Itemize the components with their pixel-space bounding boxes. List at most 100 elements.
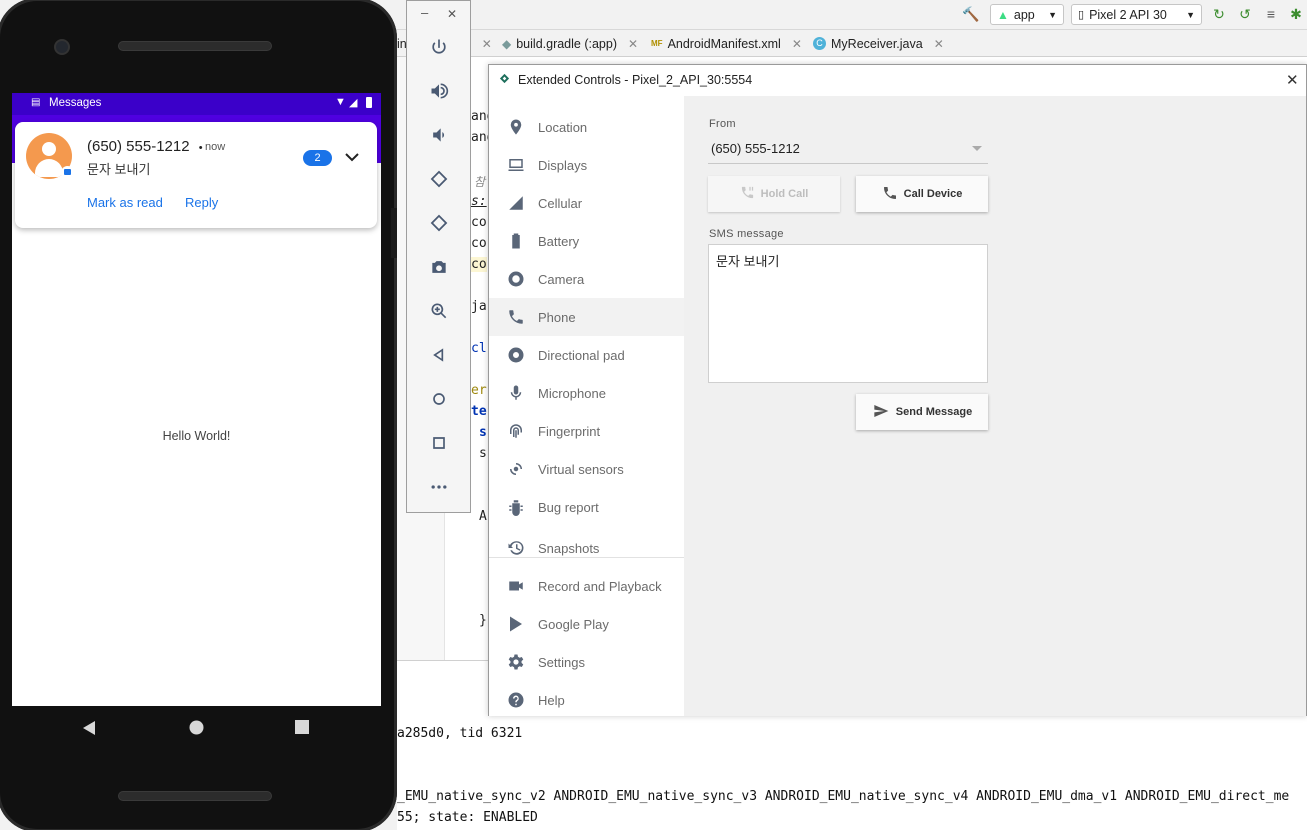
run-config-selector[interactable]: ▲ app ▼	[990, 4, 1064, 25]
zoom-icon[interactable]	[427, 299, 451, 323]
nav-google-play[interactable]: Google Play	[489, 605, 684, 643]
nav-directional-pad[interactable]: Directional pad	[489, 336, 684, 374]
tab-label: MyReceiver.java	[831, 36, 923, 51]
close-icon[interactable]: ✕	[792, 37, 802, 51]
notification-separator: •	[198, 142, 203, 154]
rotate-left-icon[interactable]	[427, 167, 451, 191]
volume-down-icon[interactable]	[427, 123, 451, 147]
displays-icon	[506, 155, 526, 175]
bottom-speaker	[118, 791, 272, 801]
call-device-button[interactable]: Call Device	[856, 176, 988, 212]
top-speaker	[118, 41, 272, 51]
nav-location[interactable]: Location	[489, 108, 684, 146]
phone-icon	[882, 185, 898, 204]
phone-navbar	[12, 706, 381, 752]
back-icon[interactable]	[82, 720, 96, 741]
back-icon[interactable]	[427, 343, 451, 367]
notification-title: (650) 555-1212 •	[87, 138, 203, 155]
messages-badge-icon	[61, 166, 74, 179]
notification-count-badge: 2	[303, 150, 332, 166]
tab-android-manifest[interactable]: MF AndroidManifest.xml ✕	[651, 30, 802, 57]
messages-notification-icon: ▤	[31, 97, 41, 108]
device-selector[interactable]: ▯ Pixel 2 API 30 ▼	[1071, 4, 1202, 25]
nav-label: Snapshots	[538, 540, 600, 556]
phone-screen[interactable]: ▤ Messages ▼ ◢ (650) 555-1212 • now 문자 보…	[12, 93, 381, 706]
signal-icon: ◢	[349, 97, 358, 109]
sms-message-input[interactable]: 문자 보내기	[708, 244, 988, 383]
editor-tabs: in ✕ ◆ build.gradle (:app) ✕ MF AndroidM…	[397, 30, 1307, 57]
send-message-button[interactable]: Send Message	[856, 394, 988, 430]
code-fragment: co	[471, 236, 487, 251]
nav-settings[interactable]: Settings	[489, 643, 684, 681]
nav-label: Virtual sensors	[538, 461, 624, 477]
hold-call-label: Hold Call	[760, 188, 809, 200]
nav-help[interactable]: Help	[489, 681, 684, 719]
tab-build-gradle[interactable]: ◆ build.gradle (:app) ✕	[502, 30, 638, 57]
notification-sender: (650) 555-1212	[87, 138, 190, 155]
minimize-button[interactable]: –	[421, 5, 428, 20]
close-icon[interactable]: ✕	[482, 37, 492, 51]
home-icon[interactable]	[427, 387, 451, 411]
emulator-logo-icon	[499, 73, 510, 84]
close-button[interactable]: ✕	[447, 7, 457, 21]
bug-icon	[506, 497, 526, 517]
code-fragment: co	[471, 257, 487, 272]
code-fragment: s	[479, 446, 487, 461]
more-icon[interactable]	[427, 475, 451, 499]
nav-bug-report[interactable]: Bug report	[489, 488, 684, 526]
debug-icon[interactable]: ✱	[1288, 6, 1304, 22]
hold-call-icon	[740, 185, 755, 203]
front-camera	[54, 39, 70, 55]
notification-time: now	[205, 141, 226, 153]
tab-my-receiver[interactable]: C MyReceiver.java ✕	[813, 30, 944, 57]
volume-up-icon[interactable]	[427, 79, 451, 103]
home-icon[interactable]	[189, 720, 204, 740]
apply-changes-icon[interactable]: ↻	[1211, 6, 1227, 22]
emulator-toolbar: – ✕	[406, 0, 471, 513]
mark-as-read-button[interactable]: Mark as read	[87, 195, 163, 210]
from-label: From	[709, 118, 736, 130]
close-icon[interactable]: ✕	[628, 37, 638, 51]
reply-button[interactable]: Reply	[185, 195, 218, 210]
nav-displays[interactable]: Displays	[489, 146, 684, 184]
nav-cellular[interactable]: Cellular	[489, 184, 684, 222]
code-fragment: cl	[471, 341, 487, 356]
close-icon[interactable]: ✕	[934, 37, 944, 51]
nav-label: Microphone	[538, 385, 606, 401]
snapshots-icon	[506, 538, 526, 558]
expand-chevron-icon[interactable]	[344, 149, 360, 165]
tab-label: AndroidManifest.xml	[667, 36, 781, 51]
fingerprint-icon	[506, 421, 526, 441]
dropdown-arrow-icon	[972, 146, 982, 151]
nav-battery[interactable]: Battery	[489, 222, 684, 260]
logcat-icon[interactable]: ≡	[1263, 6, 1279, 22]
code-fragment: s	[479, 425, 487, 440]
camera-icon[interactable]	[427, 255, 451, 279]
rotate-right-icon[interactable]	[427, 211, 451, 235]
code-fragment: s:	[471, 194, 487, 209]
nav-record-and-playback[interactable]: Record and Playback	[489, 567, 684, 605]
overview-icon[interactable]	[295, 720, 309, 739]
nav-label: Battery	[538, 233, 580, 249]
overview-icon[interactable]	[427, 431, 451, 455]
nav-microphone[interactable]: Microphone	[489, 374, 684, 412]
call-device-label: Call Device	[903, 188, 963, 200]
status-bar: ▤ Messages ▼ ◢	[12, 93, 381, 115]
nav-phone[interactable]: Phone	[489, 298, 684, 336]
nav-fingerprint[interactable]: Fingerprint	[489, 412, 684, 450]
close-button[interactable]: ✕	[1286, 71, 1299, 89]
gradle-icon: ◆	[502, 36, 512, 51]
nav-label: Fingerprint	[538, 423, 601, 439]
hammer-icon[interactable]: 🔨	[962, 6, 979, 22]
java-class-icon: C	[813, 37, 826, 50]
power-icon[interactable]	[427, 35, 451, 59]
apply-code-changes-icon[interactable]: ↺	[1237, 6, 1253, 22]
nav-snapshots[interactable]: Snapshots	[489, 529, 684, 567]
from-number-select[interactable]: (650) 555-1212	[708, 136, 988, 164]
sms-notification[interactable]: (650) 555-1212 • now 문자 보내기 2 Mark as re…	[15, 122, 377, 228]
console-line: a285d0, tid 6321	[397, 726, 523, 741]
nav-camera[interactable]: Camera	[489, 260, 684, 298]
nav-virtual-sensors[interactable]: Virtual sensors	[489, 450, 684, 488]
code-fragment: er	[471, 383, 487, 398]
hold-call-button[interactable]: Hold Call	[708, 176, 840, 212]
